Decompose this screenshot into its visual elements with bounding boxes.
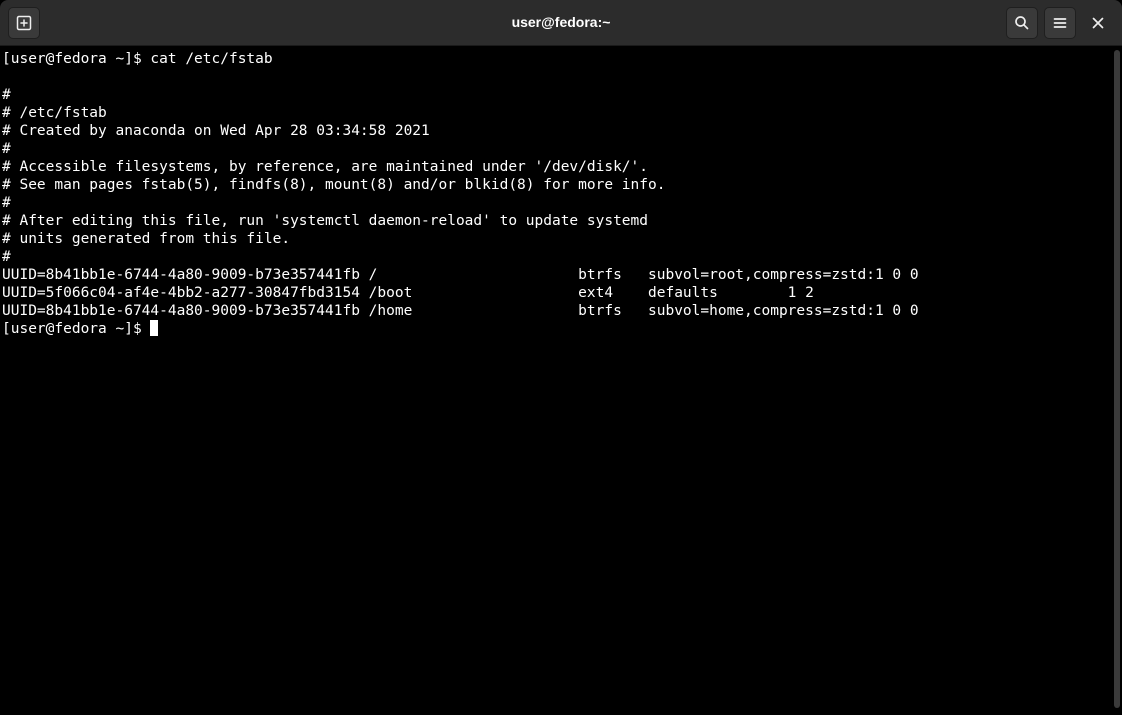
- terminal-line: [2, 68, 1120, 86]
- hamburger-icon: [1052, 15, 1068, 31]
- hamburger-menu-button[interactable]: [1044, 7, 1076, 39]
- terminal-line: # Accessible filesystems, by reference, …: [2, 158, 1120, 176]
- search-button[interactable]: [1006, 7, 1038, 39]
- new-tab-icon: [16, 15, 32, 31]
- close-icon: [1090, 15, 1106, 31]
- terminal-line: # After editing this file, run 'systemct…: [2, 212, 1120, 230]
- terminal-line: UUID=8b41bb1e-6744-4a80-9009-b73e357441f…: [2, 302, 1120, 320]
- window-title: user@fedora:~: [512, 14, 611, 30]
- terminal-output: [user@fedora ~]$ cat /etc/fstab## /etc/f…: [2, 50, 1120, 338]
- terminal-line: UUID=8b41bb1e-6744-4a80-9009-b73e357441f…: [2, 266, 1120, 284]
- new-tab-button[interactable]: [8, 7, 40, 39]
- terminal-line: # Created by anaconda on Wed Apr 28 03:3…: [2, 122, 1120, 140]
- terminal-line: #: [2, 86, 1120, 104]
- scrollbar-thumb[interactable]: [1114, 50, 1120, 708]
- terminal-line: # /etc/fstab: [2, 104, 1120, 122]
- search-icon: [1014, 15, 1030, 31]
- window-title-container: user@fedora:~: [0, 14, 1122, 31]
- terminal-line: #: [2, 140, 1120, 158]
- terminal-line: #: [2, 194, 1120, 212]
- terminal-line: #: [2, 248, 1120, 266]
- terminal-line: # See man pages fstab(5), findfs(8), mou…: [2, 176, 1120, 194]
- terminal-line: # units generated from this file.: [2, 230, 1120, 248]
- shell-prompt: [user@fedora ~]$: [2, 321, 150, 337]
- window-headerbar: user@fedora:~: [0, 0, 1122, 46]
- terminal-line: UUID=5f066c04-af4e-4bb2-a277-30847fbd315…: [2, 284, 1120, 302]
- terminal-line: [user@fedora ~]$ cat /etc/fstab: [2, 50, 1120, 68]
- cursor: [150, 320, 158, 336]
- terminal-prompt-line: [user@fedora ~]$: [2, 320, 1120, 338]
- close-window-button[interactable]: [1082, 7, 1114, 39]
- terminal-viewport[interactable]: [user@fedora ~]$ cat /etc/fstab## /etc/f…: [0, 46, 1122, 715]
